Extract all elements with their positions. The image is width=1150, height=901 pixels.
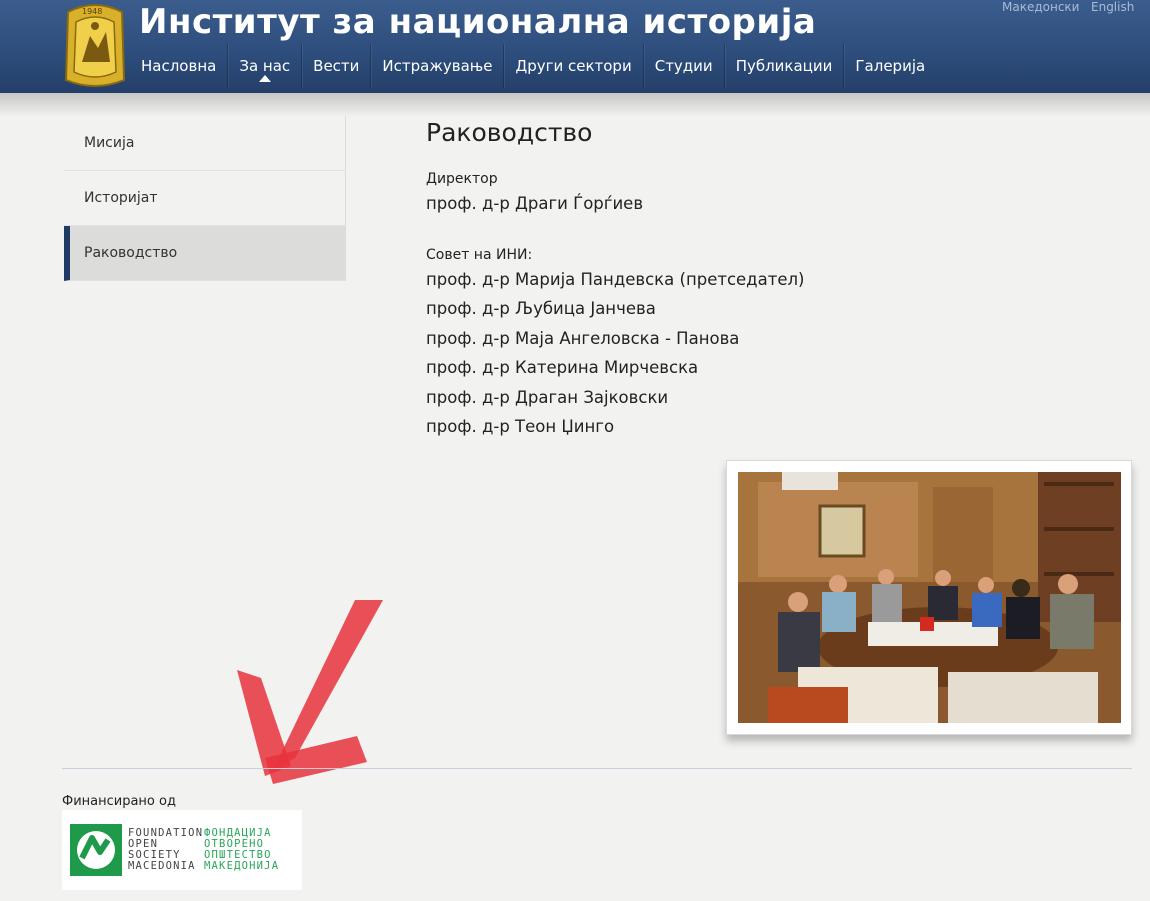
nav-item-label: За нас bbox=[239, 57, 291, 75]
director-name: проф. д-р Драги Ѓорѓиев bbox=[426, 194, 644, 213]
council-member: проф. д-р Драган Зајковски bbox=[426, 387, 669, 407]
council-member: проф. д-р Теон Џинго bbox=[426, 417, 615, 436]
osf-text-macedonian: ФОНДАЦИЈА ОТВОРЕНО ОПШТЕСТВО МАКЕДОНИЈА bbox=[204, 828, 279, 872]
sidebar-item-history[interactable]: Историјат bbox=[64, 171, 345, 226]
director-label: Директор bbox=[426, 171, 498, 187]
lang-macedonian-link[interactable]: Македонски bbox=[1002, 0, 1079, 14]
logo-year: 1948 bbox=[82, 7, 102, 16]
osf-line: МАКЕДОНИЈА bbox=[204, 860, 280, 872]
management-group-photo[interactable] bbox=[738, 472, 1121, 723]
council-member: проф. д-р Марија Пандевска (претседател) bbox=[426, 269, 805, 289]
active-caret-icon bbox=[258, 75, 271, 82]
header-shadow bbox=[0, 93, 1150, 117]
osf-logo[interactable]: FOUNDATION OPEN SOCIETY MACEDONIA ФОНДАЦ… bbox=[62, 810, 302, 890]
red-arrow-annotation bbox=[237, 600, 383, 784]
nav-item-publications[interactable]: Публикации bbox=[725, 44, 845, 88]
institute-logo[interactable]: 1948 bbox=[62, 2, 128, 88]
site-header: 1948 Институт за национална историја Мак… bbox=[0, 0, 1150, 93]
nav-item-news[interactable]: Вести bbox=[302, 44, 372, 88]
council-label: Совет на ИНИ: bbox=[426, 246, 533, 263]
nav-item-gallery[interactable]: Галерија bbox=[844, 44, 936, 88]
osf-line: MACEDONIA bbox=[128, 860, 196, 872]
page-title: Раководство bbox=[426, 118, 593, 147]
site-title[interactable]: Институт за национална историја bbox=[139, 2, 816, 42]
council-member: проф. д-р Љубица Јанчева bbox=[426, 299, 656, 318]
sidebar-item-mission[interactable]: Мисија bbox=[64, 116, 345, 171]
funded-by-label: Финансирано од bbox=[62, 794, 176, 809]
nav-item-studies[interactable]: Студии bbox=[644, 44, 725, 88]
management-photo-frame bbox=[726, 460, 1132, 735]
nav-item-about[interactable]: За нас bbox=[228, 44, 303, 88]
sidebar-menu: Мисија Историјат Раководство bbox=[64, 116, 346, 281]
council-member: проф. д-р Катерина Мирчевска bbox=[426, 358, 699, 377]
main-nav: Насловна За нас Вести Истражување Други … bbox=[130, 44, 936, 93]
nav-item-research[interactable]: Истражување bbox=[371, 44, 505, 88]
nav-item-home[interactable]: Насловна bbox=[130, 44, 229, 88]
sidebar-item-management[interactable]: Раководство bbox=[64, 226, 345, 281]
main-content: Раководство Директор проф. д-р Драги Ѓор… bbox=[426, 118, 1126, 442]
osf-emblem-icon bbox=[70, 824, 122, 876]
council-member: проф. д-р Маја Ангеловска - Панова bbox=[426, 328, 740, 348]
lang-english-link[interactable]: English bbox=[1091, 0, 1134, 14]
osf-text-english: FOUNDATION OPEN SOCIETY MACEDONIA bbox=[128, 828, 203, 872]
footer-divider bbox=[62, 768, 1132, 769]
nav-item-other-sectors[interactable]: Други сектори bbox=[504, 44, 644, 88]
